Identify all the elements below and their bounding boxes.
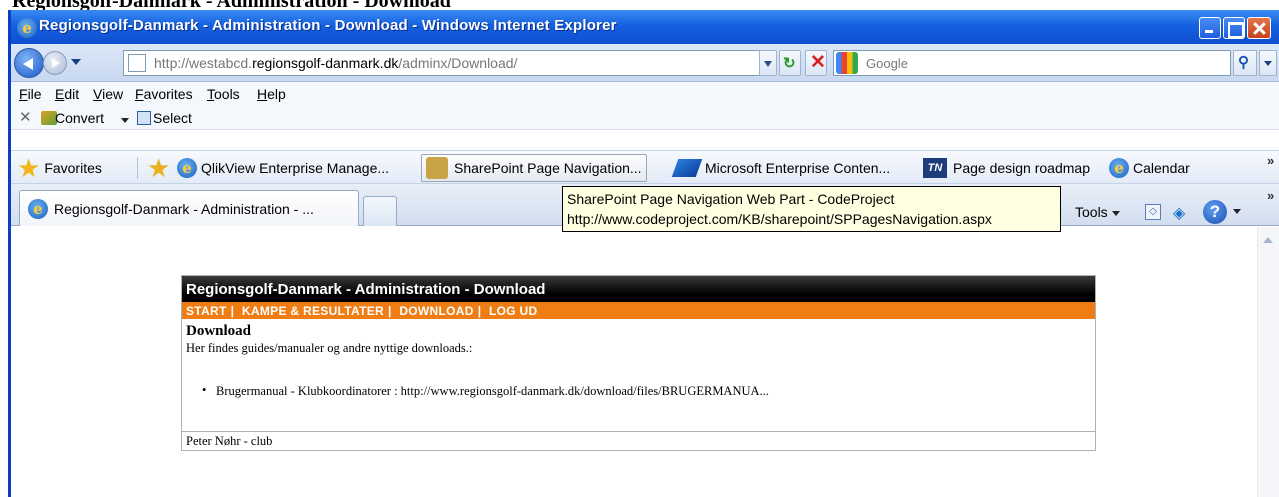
tab-active[interactable]: e Regionsgolf-Danmark - Administration -… [19,190,359,226]
new-tab-button[interactable] [363,196,397,226]
help-dropdown-icon[interactable] [1233,209,1241,214]
ie-page-icon: e [28,199,48,219]
favorite-link-calendar[interactable]: e Calendar [1109,154,1190,182]
close-toolbar-icon[interactable]: ✕ [19,108,32,126]
favorite-link-microsoft[interactable]: Microsoft Enterprise Conten... [671,154,891,182]
favorite-label-roadmap: Page design roadmap [953,160,1090,176]
browser-window: e Regionsgolf-Danmark - Administration -… [8,10,1279,497]
refresh-icon: ↻ [783,55,796,72]
maximize-button[interactable] [1223,17,1245,39]
url-domain: regionsgolf-danmark.dk [252,55,399,71]
address-toolbar: http://westabcd.regionsgolf-danmark.dk/a… [11,44,1279,82]
ie-page-icon: e [1109,158,1129,178]
add-favorite-button[interactable]: ★ [147,154,174,182]
refresh-button[interactable]: ↻ [779,50,801,76]
favorite-link-sharepoint[interactable]: SharePoint Page Navigation... [421,154,647,182]
favorites-label: Favorites [44,160,102,176]
site-panel: Regionsgolf-Danmark - Administration - D… [181,275,1096,451]
nav-separator: | [388,304,392,318]
nav-separator: | [477,304,482,318]
tooltip-url: http://www.codeproject.com/KB/sharepoint… [567,211,992,227]
tools-menu-button[interactable]: Tools [1075,204,1120,220]
menu-favorites[interactable]: Favorites [135,86,193,102]
search-box[interactable]: Google [833,50,1231,76]
forward-button[interactable] [43,51,67,75]
site-body: Download Her findes guides/manualer og a… [182,319,1095,433]
search-button[interactable]: ⚲ [1233,50,1257,76]
help-icon[interactable]: ? [1203,200,1227,224]
stop-button[interactable]: ✕ [805,50,827,76]
menu-view[interactable]: View [93,86,123,102]
favorites-bar: ★ Favorites ★ e QlikView Enterprise Mana… [11,150,1279,184]
add-favorite-star-icon: ★ [147,153,171,183]
more-commands-chevron-icon[interactable]: » [1267,188,1274,203]
blog-icon[interactable]: ◇ [1145,204,1161,220]
favorite-link-qlikview[interactable]: e QlikView Enterprise Manage... [177,154,389,182]
more-favorites-chevron-icon[interactable]: » [1267,153,1274,168]
close-window-button[interactable] [1247,17,1271,39]
tools-dropdown-icon [1111,210,1120,216]
select-icon [137,111,151,125]
link-tooltip: SharePoint Page Navigation Web Part - Co… [562,186,1061,232]
sharepoint-icon [426,157,448,179]
page-description: Her findes guides/manualer og andre nytt… [186,341,473,355]
favorites-divider [137,157,138,179]
nav-download[interactable]: DOWNLOAD [399,304,473,318]
minimize-button[interactable] [1199,17,1221,39]
url-prefix: http://westabcd. [154,55,253,71]
site-footer: Peter Nøhr - club [182,431,1095,450]
site-header: Regionsgolf-Danmark - Administration - D… [182,276,1095,302]
search-placeholder: Google [866,56,908,71]
recent-pages-dropdown[interactable] [71,59,81,65]
search-options-dropdown[interactable] [1259,50,1277,76]
stop-icon: ✕ [810,52,826,73]
page-content: Regionsgolf-Danmark - Administration - D… [11,227,1279,497]
address-bar[interactable]: http://westabcd.regionsgolf-danmark.dk/a… [123,50,761,76]
vertical-scrollbar[interactable] [1257,227,1279,497]
favorites-star-icon: ★ [17,153,41,183]
address-url[interactable]: http://westabcd.regionsgolf-danmark.dk/a… [154,55,517,71]
nav-kampe-resultater[interactable]: KAMPE & RESULTATER [242,304,384,318]
scroll-up-arrow-icon[interactable] [1263,237,1273,243]
nav-start[interactable]: START [186,304,227,318]
favorites-button[interactable]: ★ Favorites [17,154,102,182]
magnifier-icon: ⚲ [1238,54,1249,71]
nav-log-ud[interactable]: LOG UD [489,304,537,318]
ie-logo-icon: e [17,18,37,38]
url-path: /adminx/Download/ [398,55,518,71]
menu-help[interactable]: Help [257,86,286,102]
tn-icon: TN [923,158,947,178]
menu-tools[interactable]: Tools [207,86,240,102]
tab-label: Regionsgolf-Danmark - Administration - .… [54,201,314,217]
back-button[interactable] [14,48,44,78]
favorite-link-roadmap[interactable]: TN Page design roadmap [923,154,1090,182]
window-title: Regionsgolf-Danmark - Administration - D… [39,17,617,34]
menu-edit[interactable]: Edit [55,86,79,102]
google-icon [836,52,858,74]
convert-dropdown-icon[interactable] [121,118,129,123]
favorite-label-sharepoint: SharePoint Page Navigation... [454,160,642,176]
download-link[interactable]: Brugermanual - Klubkoordinatorer : http:… [202,383,769,399]
title-bar: e Regionsgolf-Danmark - Administration -… [11,10,1279,44]
page-icon [128,54,146,72]
ie-page-icon: e [177,158,197,178]
tooltip-title: SharePoint Page Navigation Web Part - Co… [567,191,895,207]
menu-bar: File Edit View Favorites Tools Help [11,82,1279,106]
nav-separator: | [230,304,235,318]
favorite-label-calendar: Calendar [1133,160,1190,176]
favorite-label-qlikview: QlikView Enterprise Manage... [201,160,390,176]
page-heading: Download [186,323,252,339]
pdf-toolbar: ✕ Convert Select [11,106,1279,130]
microsoft-icon [671,159,703,177]
convert-button[interactable]: Convert [55,110,104,126]
research-icon[interactable]: ◈ [1173,203,1193,222]
select-button[interactable]: Select [153,110,192,126]
site-nav: START | KAMPE & RESULTATER | DOWNLOAD | LOG… [182,302,1095,319]
menu-file[interactable]: File [19,86,42,102]
tools-label: Tools [1075,204,1108,220]
favorite-label-microsoft: Microsoft Enterprise Conten... [705,160,891,176]
address-dropdown-button[interactable] [759,50,777,76]
